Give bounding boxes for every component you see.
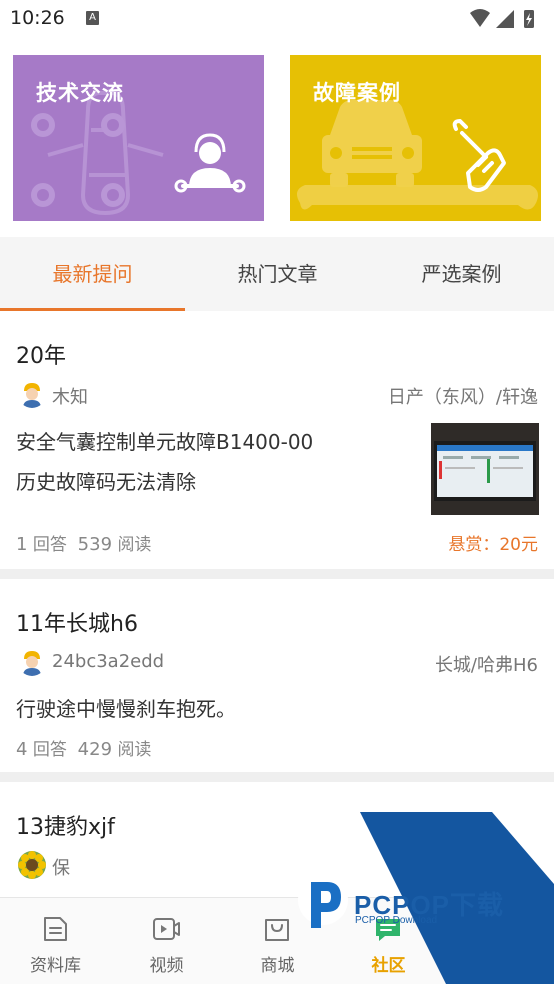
mechanic-avatar-icon <box>18 648 46 676</box>
fault-cases-banner[interactable]: 故障案例 <box>290 55 541 221</box>
question-card[interactable]: 11年长城h6 24bc3a2edd 长城/哈弗H6 行驶途中慢慢刹车抱死。 4… <box>0 579 554 772</box>
nav-label: 视频 <box>149 956 184 976</box>
question-author[interactable]: 木知 <box>52 383 88 409</box>
tab-bar: 最新提问 热门文章 严选案例 <box>0 237 554 311</box>
signal-icon <box>496 10 514 28</box>
tab-selected-cases[interactable]: 严选案例 <box>369 237 554 311</box>
question-author[interactable]: 保 <box>52 854 70 880</box>
read-label: 阅读 <box>117 535 152 555</box>
question-car-model: 长城/哈弗H6 <box>434 655 538 676</box>
tab-hot-articles[interactable]: 热门文章 <box>185 237 370 311</box>
tab-latest-questions[interactable]: 最新提问 <box>0 237 185 311</box>
question-text-line: 行驶途中慢慢刹车抱死。 <box>16 697 236 721</box>
avatar[interactable] <box>18 851 46 879</box>
reward-badge: 悬赏：20元 <box>448 535 538 555</box>
fault-cases-title: 故障案例 <box>313 81 401 105</box>
question-title: 13捷豹xjf <box>16 815 115 840</box>
nav-video[interactable]: 视频 <box>111 898 222 984</box>
document-icon <box>44 917 67 941</box>
wifi-icon <box>470 9 490 27</box>
answer-label: 回答 <box>32 535 67 555</box>
keyboard-indicator-icon: A <box>86 11 99 25</box>
watermark-subtext: PCPOP Download <box>355 915 438 926</box>
question-stats: 4 回答 429 阅读 <box>16 735 151 760</box>
question-text-line: 安全气囊控制单元故障B1400-00 <box>16 430 314 454</box>
status-time: 10:26 <box>10 7 65 29</box>
question-stats: 1 回答 539 阅读 <box>16 530 151 555</box>
tech-exchange-title: 技术交流 <box>36 81 124 105</box>
answer-count: 4 <box>16 739 28 760</box>
video-icon <box>153 918 180 940</box>
nav-database[interactable]: 资料库 <box>0 898 111 984</box>
question-title: 20年 <box>16 344 66 369</box>
read-count: 539 <box>77 534 113 555</box>
question-title: 11年长城h6 <box>16 612 138 637</box>
question-image[interactable] <box>431 423 539 515</box>
card-divider <box>0 569 554 579</box>
question-text-line: 历史故障码无法清除 <box>16 470 196 494</box>
read-label: 阅读 <box>117 740 152 760</box>
nav-label: 资料库 <box>30 956 81 976</box>
shopping-bag-icon <box>265 919 289 941</box>
mechanic-avatar-icon <box>18 380 46 408</box>
diagnostic-screen-photo <box>431 423 539 515</box>
answer-label: 回答 <box>32 740 67 760</box>
question-author[interactable]: 24bc3a2edd <box>52 651 164 672</box>
question-card[interactable]: 20年 木知 日产（东风）/轩逸 安全气囊控制单元故障B1400-00 历史故障… <box>0 311 554 569</box>
card-divider <box>0 772 554 782</box>
read-count: 429 <box>77 739 113 760</box>
sunflower-avatar-icon <box>18 851 46 879</box>
status-bar: 10:26 A <box>0 0 554 38</box>
avatar[interactable] <box>18 380 46 408</box>
status-icons <box>470 9 534 28</box>
question-car-model: 日产（东风）/轩逸 <box>387 387 538 408</box>
avatar[interactable] <box>18 648 46 676</box>
answer-count: 1 <box>16 534 28 555</box>
tech-exchange-banner[interactable]: 技术交流 <box>13 55 264 221</box>
